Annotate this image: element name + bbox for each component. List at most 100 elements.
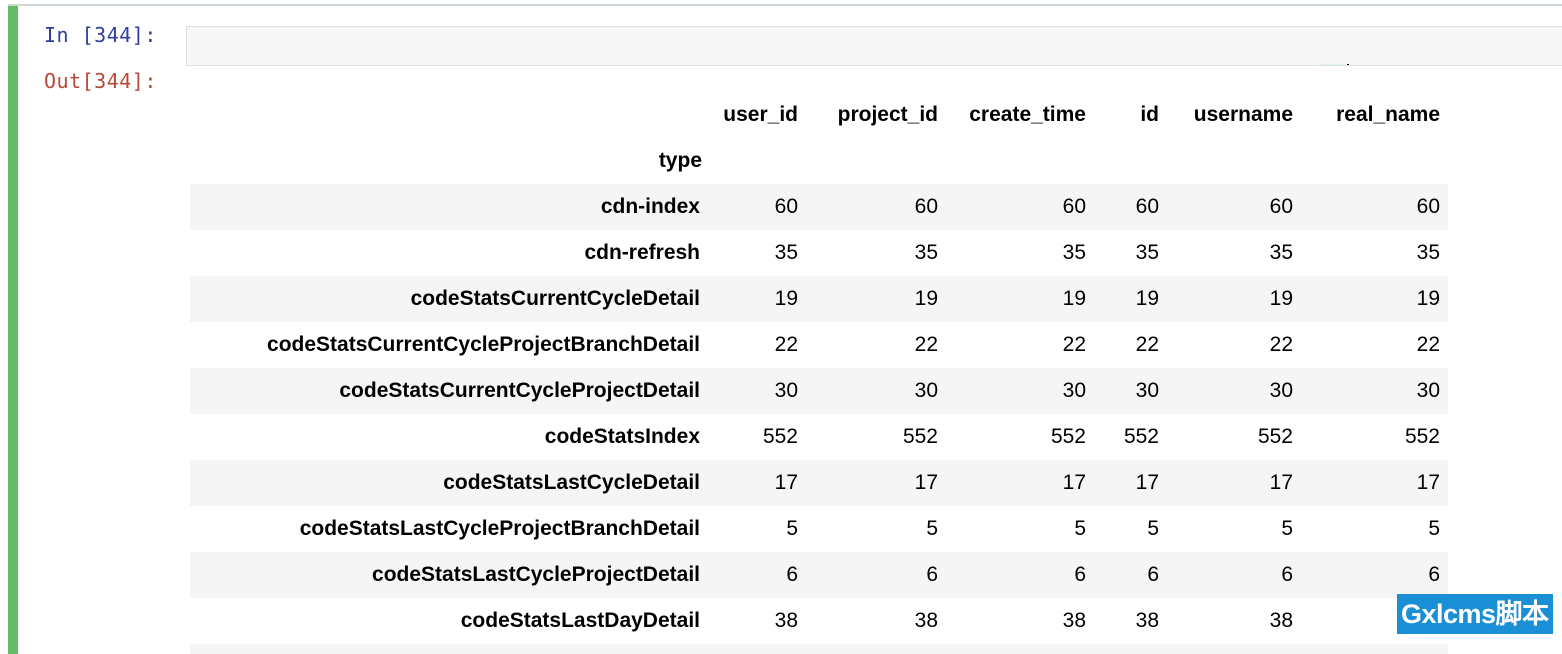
code-tokens: log.merge(users,how='left',left_on='user…	[296, 64, 1346, 65]
cell-user_id: 60	[774, 195, 798, 218]
column-header-id: id	[1140, 103, 1159, 126]
cell-project_id: 5	[926, 517, 938, 540]
table-row: cdn-index 60 60 60 60 60 60	[190, 184, 1448, 230]
cell-real_name: 17	[1416, 471, 1440, 494]
cell-create_time: 35	[1062, 241, 1086, 264]
cell-project_id: 38	[914, 609, 938, 632]
cell-project_id: 19	[914, 287, 938, 310]
cell-user_id: 19	[774, 287, 798, 310]
cell-real_name: 35	[1416, 241, 1440, 264]
cell-project_id: 552	[902, 425, 938, 448]
index-name-pad-1	[710, 138, 806, 184]
text-cursor	[1346, 64, 1349, 65]
cell-project_id: 6	[926, 563, 938, 586]
column-header-real_name: real_name	[1336, 103, 1440, 126]
code-token-plain: ).count	[1232, 64, 1321, 65]
column-header-username: username	[1193, 103, 1293, 126]
cell-output-area: user_id project_id create_time id username re…	[0, 92, 1562, 654]
column-header-create_time: create_time	[969, 103, 1086, 126]
cell-real_name: 552	[1404, 425, 1440, 448]
table-row: codeStatsIndex 552 552 552 552 552 552	[190, 414, 1448, 460]
row-index-label: codeStatsCurrentCycleDetail	[410, 287, 700, 310]
cell-username: 5	[1281, 517, 1293, 540]
cell-username: 60	[1269, 195, 1293, 218]
cell-project_id: 30	[914, 379, 938, 402]
notebook-cell: In [344]: log.merge(users,how = 'left',lef…	[0, 0, 1562, 654]
cell-create_time: 30	[1062, 379, 1086, 402]
cell-user_id: 22	[774, 333, 798, 356]
cell-project_id: 60	[914, 195, 938, 218]
code-token-plain: ).groupby(	[1030, 64, 1156, 65]
cell-real_name	[1301, 644, 1448, 654]
table-row: codeStatsCurrentCycleDetail 19 19 19 19 19 19	[190, 276, 1448, 322]
row-index-label: codeStatsCurrentCycleProjectDetail	[339, 379, 700, 402]
row-index-label: codeStatsLastCycleProjectBranchDetail	[299, 517, 700, 540]
cell-create_time: 22	[1062, 333, 1086, 356]
table-row: codeStatsLastCycleDetail 17 17 17 17 17 17	[190, 460, 1448, 506]
row-index-label	[190, 644, 710, 654]
code-token-bracket-match: ()	[1320, 64, 1346, 65]
cell-create_time: 5	[1074, 517, 1086, 540]
column-header-project_id: project_id	[837, 103, 938, 126]
cell-id: 38	[1135, 609, 1159, 632]
table-row: cdn-refresh 35 35 35 35 35 35	[190, 230, 1448, 276]
cell-username: 38	[1269, 609, 1293, 632]
code-input-editor[interactable]: log.merge(users,how='left',left_on='user…	[186, 26, 1562, 66]
code-token-string: 'user_id'	[739, 64, 853, 65]
row-index-label: cdn-index	[600, 195, 700, 218]
code-token-plain: ,right_on	[853, 64, 967, 65]
input-prompt-label: In [344]:	[44, 23, 157, 47]
index-name-pad-3	[946, 138, 1094, 184]
dataframe-body: cdn-index 60 60 60 60 60 60 cdn-refresh 35 35 35 35…	[190, 184, 1448, 654]
row-index-label: cdn-refresh	[584, 241, 700, 264]
cell-create_time: 6	[1074, 563, 1086, 586]
cell-username: 552	[1257, 425, 1293, 448]
cell-create_time: 19	[1062, 287, 1086, 310]
site-watermark: Gxlcms脚本	[1397, 594, 1553, 634]
cell-real_name: 22	[1416, 333, 1440, 356]
cell-id: 552	[1123, 425, 1159, 448]
column-header-user_id: user_id	[723, 103, 798, 126]
cell-real_name: 30	[1416, 379, 1440, 402]
cell-username: 30	[1269, 379, 1293, 402]
cell-username: 17	[1269, 471, 1293, 494]
cell-id: 6	[1147, 563, 1159, 586]
table-row: codeStatsLastCycleProjectBranchDetail 5 5 5…	[190, 506, 1448, 552]
code-token-string: 'left'	[549, 64, 625, 65]
cell-real_name: 19	[1416, 287, 1440, 310]
cell-top-divider	[8, 4, 1562, 6]
row-index-label: codeStatsLastCycleProjectDetail	[372, 563, 700, 586]
table-row: codeStatsLastDayDetail 38 38 38 38 38	[190, 598, 1448, 644]
cell-create_time: 552	[1050, 425, 1086, 448]
cell-user_id: 35	[774, 241, 798, 264]
table-row: codeStatsCurrentCycleProjectDetail 30 30 30…	[190, 368, 1448, 414]
cell-id: 22	[1135, 333, 1159, 356]
index-header-blank	[190, 92, 710, 138]
code-token-plain: ,left_on	[625, 64, 726, 65]
cell-user_id: 17	[774, 471, 798, 494]
table-row-partial	[190, 644, 1448, 654]
row-index-label: codeStatsIndex	[544, 425, 700, 448]
cell-create_time: 60	[1062, 195, 1086, 218]
cell-username: 22	[1269, 333, 1293, 356]
cell-real_name: 6	[1428, 563, 1440, 586]
cell-username	[1167, 644, 1301, 654]
code-token-plain: log.merge(users,how	[296, 64, 536, 65]
cell-user_id: 6	[786, 563, 798, 586]
cell-id: 35	[1135, 241, 1159, 264]
cell-create_time: 17	[1062, 471, 1086, 494]
cell-project_id	[806, 644, 946, 654]
code-token-operator: =	[726, 64, 739, 65]
row-index-label: codeStatsCurrentCycleProjectBranchDetail	[267, 333, 700, 356]
cell-input-row: In [344]: log.merge(users,how = 'left',lef…	[0, 14, 1562, 66]
cell-user_id: 5	[786, 517, 798, 540]
cell-project_id: 17	[914, 471, 938, 494]
cell-id: 5	[1147, 517, 1159, 540]
code-token-operator: =	[966, 64, 979, 65]
cell-project_id: 22	[914, 333, 938, 356]
table-row: codeStatsLastCycleProjectDetail 6 6 6 6 6 6	[190, 552, 1448, 598]
row-index-label: codeStatsLastCycleDetail	[443, 471, 700, 494]
cell-id: 19	[1135, 287, 1159, 310]
table-row: codeStatsCurrentCycleProjectBranchDetail…	[190, 322, 1448, 368]
cell-id	[1094, 644, 1167, 654]
